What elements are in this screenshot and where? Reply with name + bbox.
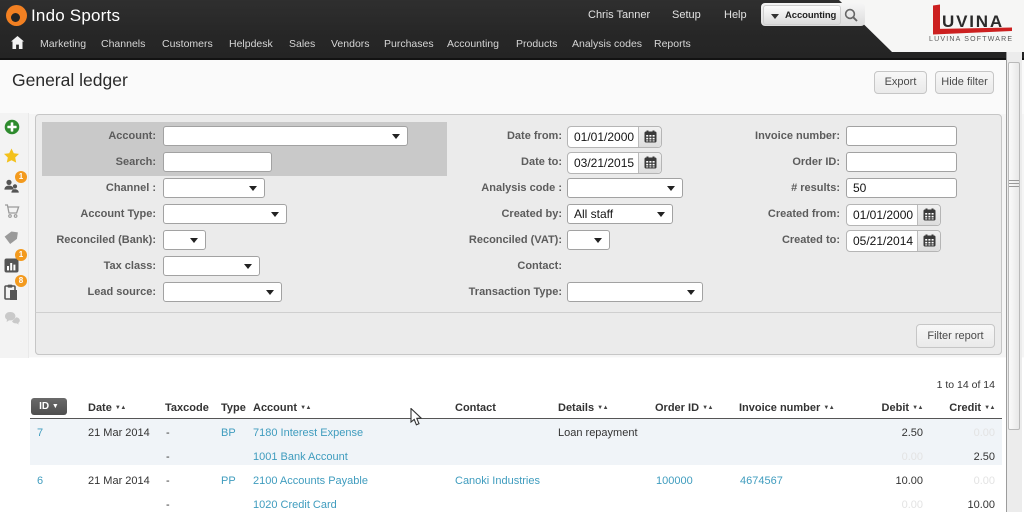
svg-text:UVINA: UVINA — [942, 12, 1004, 31]
